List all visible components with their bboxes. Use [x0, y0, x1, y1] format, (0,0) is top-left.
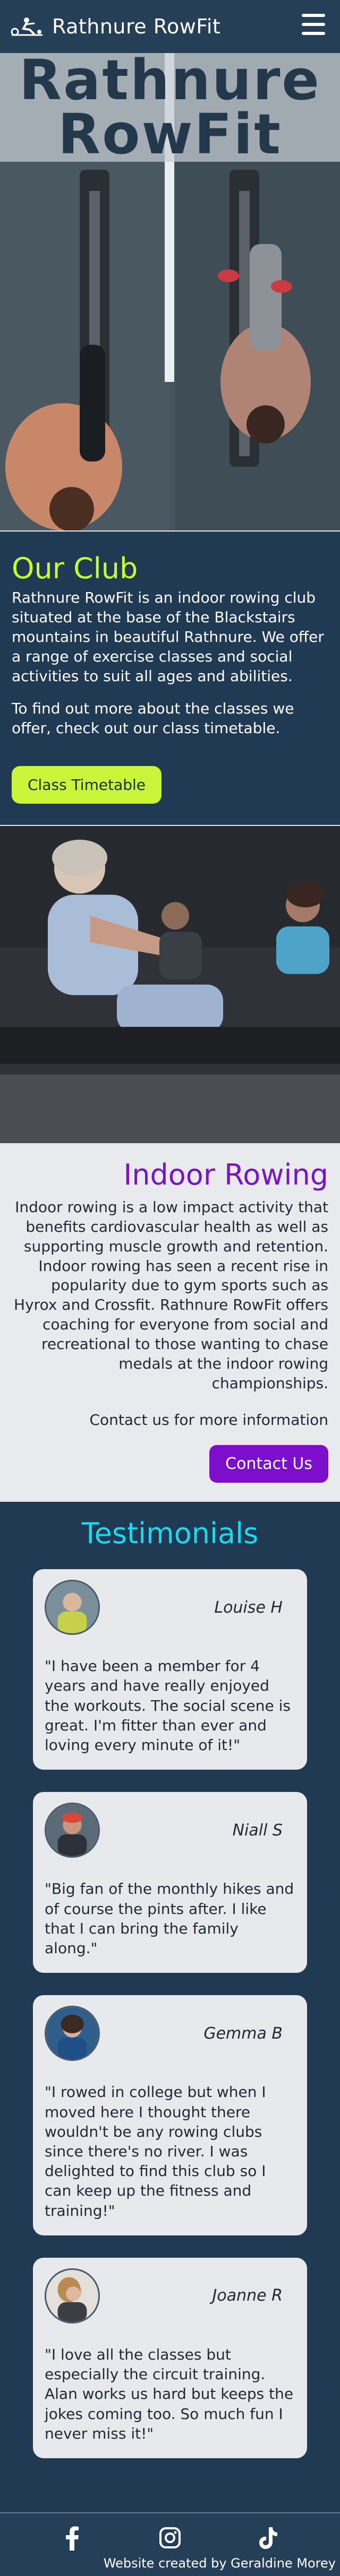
- hero-section: Rathnure RowFit: [0, 53, 340, 530]
- avatar: [45, 1580, 100, 1635]
- testimonial-card: Louise H "I have been a member for 4 yea…: [33, 1569, 307, 1770]
- hero-title-line: RowFit: [57, 101, 282, 167]
- rowing-class-photo: [0, 825, 340, 1143]
- testimonials-heading: Testimonials: [81, 1517, 259, 1551]
- testimonial-quote: "Big fan of the monthly hikes and of cou…: [45, 1880, 294, 1957]
- footer-credit: Website created by Geraldine Morey: [103, 2556, 336, 2571]
- our-club-timetable-text: To find out more about the classes we of…: [12, 699, 294, 737]
- navbar: Rathnure RowFit: [0, 0, 340, 53]
- testimonial-header: Joanne R: [45, 2268, 295, 2323]
- avatar: [45, 2006, 100, 2061]
- rower-icon: [11, 18, 42, 36]
- hero-title: Rathnure RowFit: [19, 53, 321, 162]
- hamburger-icon[interactable]: [302, 14, 325, 35]
- footer: Website created by Geraldine Morey: [0, 2512, 340, 2576]
- testimonial-name: Niall S: [232, 1821, 283, 1840]
- our-club-section: Our Club Rathnure RowFit is an indoor ro…: [0, 530, 340, 825]
- indoor-rowing-text: Indoor rowing is a low impact activity t…: [14, 1198, 328, 1393]
- tiktok-icon[interactable]: [256, 2525, 279, 2551]
- rowing-class-image: [0, 824, 340, 1143]
- instagram-icon[interactable]: [158, 2525, 182, 2551]
- testimonials-section: Testimonials Louise H "I have been a mem…: [0, 1502, 340, 2513]
- testimonial-name: Louise H: [214, 1598, 283, 1617]
- avatar: [45, 2268, 100, 2323]
- hero-title-box: Rathnure RowFit: [0, 53, 340, 162]
- hamburger-bar: [302, 14, 325, 17]
- testimonial-card: Niall S "Big fan of the monthly hikes an…: [33, 1792, 307, 1973]
- indoor-rowing-section: Indoor Rowing Indoor rowing is a low imp…: [0, 1143, 340, 1502]
- testimonial-header: Gemma B: [45, 2006, 295, 2061]
- testimonial-name: Joanne R: [212, 2286, 283, 2305]
- testimonial-quote: "I love all the classes but especially t…: [45, 2345, 294, 2442]
- testimonial-header: Niall S: [45, 1803, 295, 1858]
- avatar: [45, 1803, 100, 1858]
- our-club-text: Rathnure RowFit is an indoor rowing club…: [12, 589, 324, 685]
- testimonial-name: Gemma B: [203, 2024, 283, 2043]
- brand-name: Rathnure RowFit: [52, 15, 221, 38]
- testimonial-quote: "I have been a member for 4 years and ha…: [45, 1657, 291, 1754]
- contact-info-text: Contact us for more information: [89, 1411, 328, 1429]
- hamburger-bar: [302, 23, 325, 26]
- social-links: [0, 2513, 340, 2551]
- class-timetable-button[interactable]: Class Timetable: [12, 765, 162, 804]
- indoor-rowing-heading: Indoor Rowing: [123, 1158, 328, 1191]
- testimonial-card: Gemma B "I rowed in college but when I m…: [33, 1995, 307, 2235]
- testimonial-card: Joanne R "I love all the classes but esp…: [33, 2257, 307, 2459]
- contact-us-button[interactable]: Contact Us: [209, 1445, 328, 1483]
- our-club-heading: Our Club: [12, 552, 138, 585]
- facebook-icon[interactable]: [61, 2525, 84, 2551]
- testimonial-header: Louise H: [45, 1580, 295, 1635]
- brand-link[interactable]: Rathnure RowFit: [11, 15, 220, 38]
- testimonial-quote: "I rowed in college but when I moved her…: [45, 2083, 266, 2220]
- hamburger-bar: [302, 32, 325, 35]
